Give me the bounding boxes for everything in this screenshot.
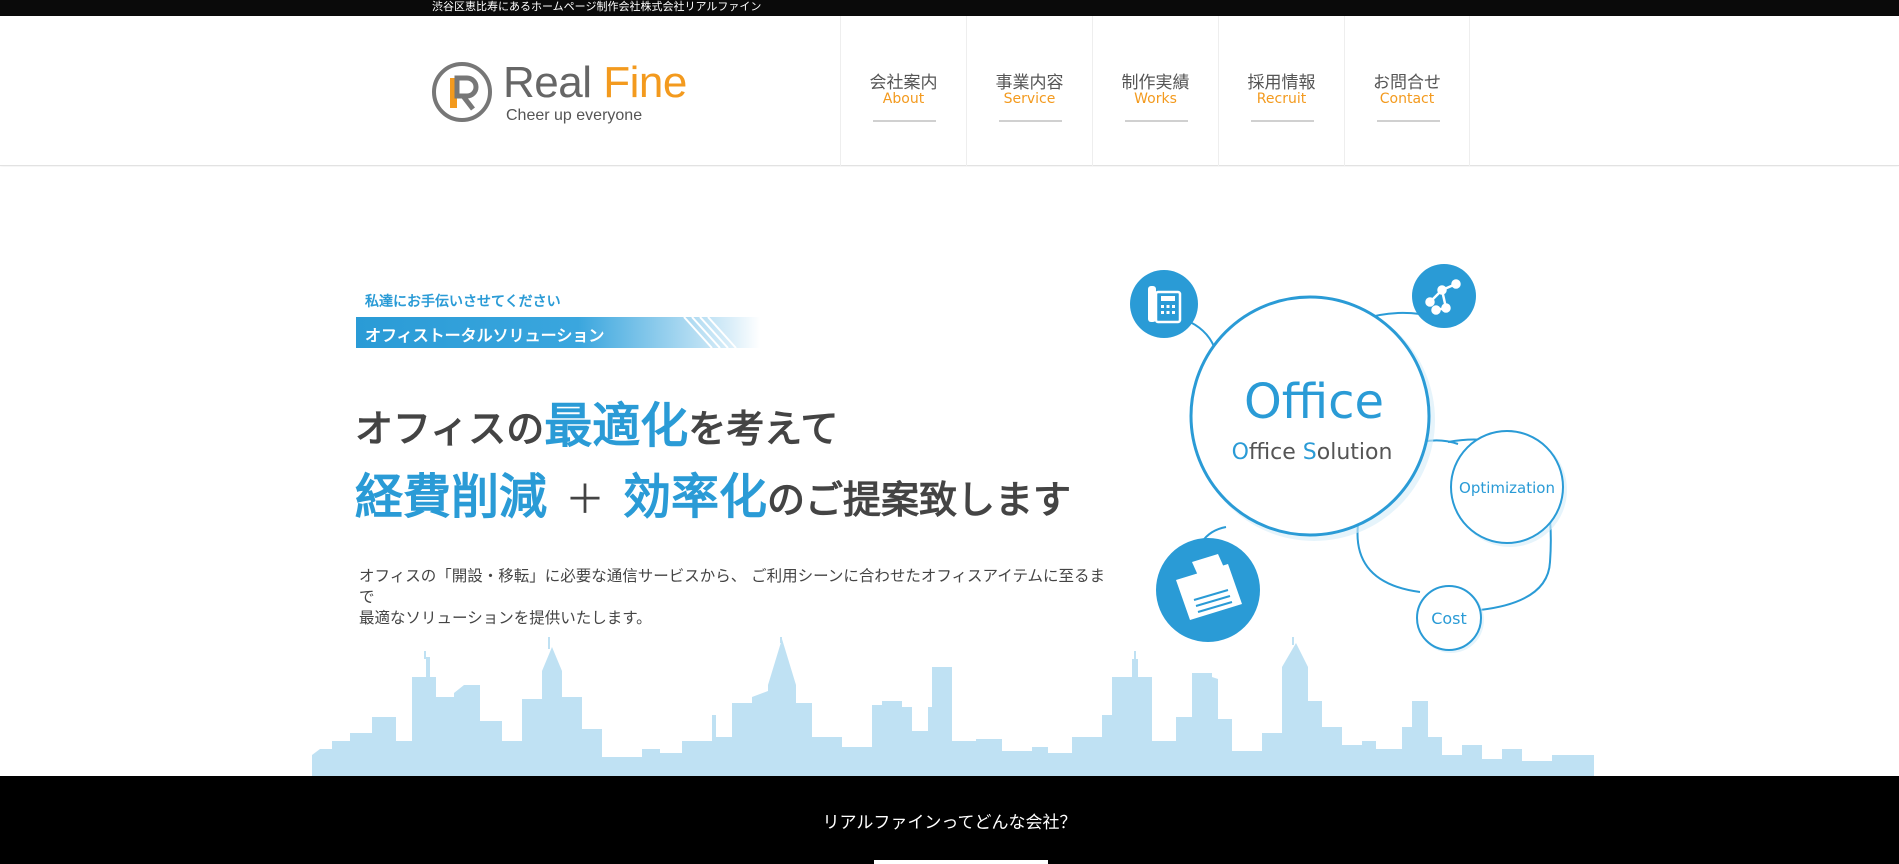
nav-label-en: About	[882, 91, 925, 107]
description-line: 最適なソリューションを提供いたします。	[359, 609, 652, 627]
logo-wordmark: Real Fine	[503, 60, 687, 106]
nav-label-en: Contact	[1379, 91, 1435, 107]
subtitle-initial: O	[1232, 440, 1249, 465]
nav-label-jp: 制作実績	[1121, 73, 1190, 93]
top-bar-text: 渋谷区恵比寿にあるホームページ制作会社株式会社リアルファイン	[432, 0, 762, 13]
nav-item-about[interactable]: 会社案内 About	[840, 16, 966, 166]
nav-label-jp: 採用情報	[1247, 73, 1316, 93]
site-header: Real Fine Cheer up everyone 会社案内 About 事…	[0, 16, 1899, 166]
headline-emphasis: 経費削減	[355, 469, 548, 525]
section-tab-indicator	[874, 860, 1048, 864]
diagram-node-cost: Cost	[1431, 609, 1467, 628]
logo-mark-icon	[432, 62, 492, 122]
top-bar: 渋谷区恵比寿にあるホームページ制作会社株式会社リアルファイン	[0, 0, 1899, 16]
nav-underline	[1377, 120, 1440, 122]
company-intro-band: リアルファインってどんな会社？	[0, 776, 1899, 864]
nav-label-jp: 事業内容	[995, 73, 1064, 93]
nav-underline	[873, 120, 936, 122]
hero-description: オフィスの「開設・移転」に必要な通信サービスから、 ご利用シーンに合わせたオフィ…	[359, 566, 1119, 629]
headline-text: を考えて	[688, 407, 839, 451]
nav-label-en: Service	[1003, 91, 1056, 107]
headline-text: のご提案致します	[767, 478, 1072, 522]
diagram-center-subtitle: Office Solution	[1232, 440, 1393, 465]
phone-icon	[1130, 270, 1198, 338]
hero-ribbon-text: オフィストータルソリューション	[365, 326, 605, 345]
nav-label-en: Works	[1134, 91, 1177, 107]
plus-symbol: ＋	[565, 477, 606, 523]
nav-item-service[interactable]: 事業内容 Service	[966, 16, 1092, 166]
nav-underline	[999, 120, 1062, 122]
nav-item-works[interactable]: 制作実績 Works	[1092, 16, 1218, 166]
ribbon-stripes-decoration	[683, 317, 737, 348]
hero-headline-line2: 経費削減 ＋ 効率化のご提案致します	[355, 468, 1071, 529]
headline-emphasis: 効率化	[623, 469, 768, 525]
company-intro-heading: リアルファインってどんな会社？	[822, 813, 1077, 833]
nav-underline	[1251, 120, 1314, 122]
logo-name-accent: Fine	[603, 58, 687, 107]
main-nav: 会社案内 About 事業内容 Service 制作実績 Works 採用情報 …	[840, 16, 1470, 166]
site-logo[interactable]: Real Fine Cheer up everyone	[432, 58, 692, 138]
printer-icon	[1156, 538, 1260, 642]
headline-emphasis: 最適化	[544, 398, 689, 454]
headline-text: オフィスの	[355, 407, 545, 451]
logo-tagline: Cheer up everyone	[506, 107, 643, 124]
hero-section: 私達にお手伝いさせてください オフィストータルソリューション オフィスの最適化を…	[0, 167, 1899, 776]
subtitle-part: ffice	[1249, 440, 1303, 465]
hero-headline-line1: オフィスの最適化を考えて	[355, 400, 838, 455]
hero-tagline: 私達にお手伝いさせてください	[365, 294, 561, 310]
network-icon	[1412, 264, 1476, 328]
nav-underline	[1125, 120, 1188, 122]
subtitle-initial: S	[1303, 440, 1317, 465]
nav-label-en: Recruit	[1256, 91, 1307, 107]
nav-item-contact[interactable]: お問合せ Contact	[1344, 16, 1470, 166]
logo-name-main: Real	[503, 58, 604, 107]
description-line: オフィスの「開設・移転」に必要な通信サービスから、 ご利用シーンに合わせたオフィ…	[359, 567, 1105, 606]
diagram-node-optimization: Optimization	[1459, 479, 1555, 497]
subtitle-part: olution	[1317, 440, 1393, 465]
diagram-center-title: Office	[1244, 374, 1384, 430]
office-solution-diagram: Office Office Solution Optimization Cost	[1130, 264, 1567, 653]
nav-label-jp: お問合せ	[1373, 73, 1441, 93]
nav-item-recruit[interactable]: 採用情報 Recruit	[1218, 16, 1344, 166]
nav-label-jp: 会社案内	[869, 73, 938, 93]
